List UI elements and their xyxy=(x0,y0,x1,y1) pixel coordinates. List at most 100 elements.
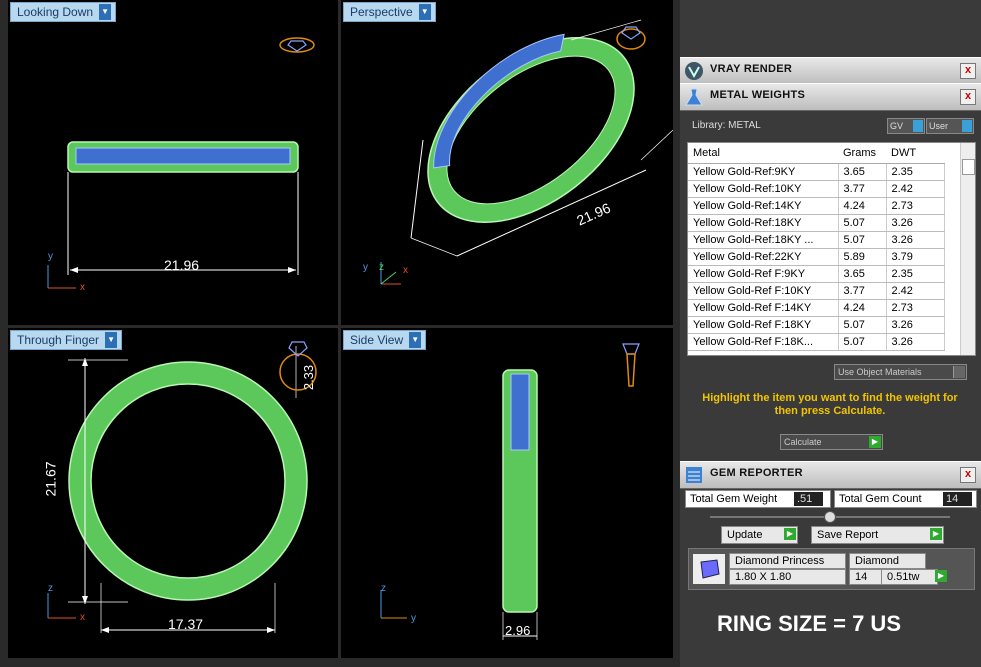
cell-grams: 5.07 xyxy=(838,214,887,232)
table-row[interactable]: Yellow Gold-Ref F:18K... 5.07 3.26 xyxy=(688,333,945,351)
cell-metal: Yellow Gold-Ref F:9KY xyxy=(688,265,839,283)
user-label: User xyxy=(929,121,949,131)
viewport-perspective[interactable]: Perspective ▼ 21.96 y x z xyxy=(341,0,673,325)
table-header-row: Metal Grams DWT xyxy=(688,143,944,164)
axis-x-label: x xyxy=(403,265,408,276)
update-button[interactable]: Update ▶ xyxy=(721,526,798,544)
viewport-side-view[interactable]: Side View ▼ 2.96 z y xyxy=(341,328,673,658)
table-row[interactable]: Yellow Gold-Ref F:10KY 3.77 2.42 xyxy=(688,282,945,300)
axis-z-label: z xyxy=(381,583,386,594)
cell-metal: Yellow Gold-Ref F:14KY xyxy=(688,299,839,317)
gem-name: Diamond Princess xyxy=(729,553,846,569)
cell-grams: 4.24 xyxy=(838,299,887,317)
table-row[interactable]: Yellow Gold-Ref:18KY 5.07 3.26 xyxy=(688,214,945,232)
chevron-down-icon[interactable]: ▼ xyxy=(418,4,431,20)
cell-grams: 5.07 xyxy=(838,316,887,334)
table-row[interactable]: Yellow Gold-Ref:14KY 4.24 2.73 xyxy=(688,197,945,215)
gem-material: Diamond xyxy=(849,553,926,569)
table-row[interactable]: Yellow Gold-Ref:22KY 5.89 3.79 xyxy=(688,248,945,266)
chevron-down-icon[interactable]: ▼ xyxy=(409,332,422,348)
table-row[interactable]: Yellow Gold-Ref:10KY 3.77 2.42 xyxy=(688,180,945,198)
table-scrollbar[interactable] xyxy=(960,143,975,355)
play-icon: ▶ xyxy=(930,528,942,540)
cell-grams: 5.89 xyxy=(838,248,887,266)
axis-z-label: z xyxy=(48,583,53,594)
gv-toggle[interactable]: GV xyxy=(887,118,925,134)
calculate-hint: Highlight the item you want to find the … xyxy=(702,392,958,417)
axis-x-label: x xyxy=(80,612,85,623)
viewport-label-looking-down[interactable]: Looking Down ▼ xyxy=(10,2,117,22)
inlay-top xyxy=(75,147,291,165)
cell-grams: 5.07 xyxy=(838,333,887,351)
viewport-through-finger[interactable]: Through Finger ▼ 21.67 17.37 2.33 z x xyxy=(8,328,338,658)
viewport-looking-down[interactable]: Looking Down ▼ 21.96 y x xyxy=(8,0,338,325)
toggle-knob xyxy=(953,366,965,378)
close-icon[interactable]: x xyxy=(960,467,976,483)
play-icon: ▶ xyxy=(869,436,881,448)
cell-dwt: 3.26 xyxy=(886,231,945,249)
dimension-width: 17.37 xyxy=(168,616,204,632)
axis-x-label: x xyxy=(80,282,85,293)
cell-metal: Yellow Gold-Ref:18KY ... xyxy=(688,231,839,249)
toggle-knob xyxy=(913,120,923,132)
dimension-thickness: 2.96 xyxy=(505,623,531,638)
user-toggle[interactable]: User xyxy=(926,118,974,134)
vray-render-header[interactable]: VRAY RENDER x xyxy=(680,57,981,85)
metal-weights-header[interactable]: METAL WEIGHTS x xyxy=(680,83,981,111)
cell-metal: Yellow Gold-Ref:18KY xyxy=(688,214,839,232)
cell-dwt: 3.26 xyxy=(886,333,945,351)
play-icon: ▶ xyxy=(784,528,796,540)
play-icon[interactable]: ▶ xyxy=(935,570,947,582)
total-gem-count-label: Total Gem Count xyxy=(839,493,922,505)
viewport-label-perspective[interactable]: Perspective ▼ xyxy=(343,2,436,22)
cell-metal: Yellow Gold-Ref:22KY xyxy=(688,248,839,266)
total-gem-weight-value: .51 xyxy=(794,492,823,506)
cell-metal: Yellow Gold-Ref F:18KY xyxy=(688,316,839,334)
update-label: Update xyxy=(727,529,763,541)
total-gem-count-value: 14 xyxy=(943,492,972,506)
perspective-drawing xyxy=(380,19,673,285)
use-object-materials-toggle[interactable]: Use Object Materials xyxy=(834,364,967,380)
close-icon[interactable]: x xyxy=(960,63,976,79)
column-header-metal[interactable]: Metal xyxy=(688,143,838,164)
axis-y-label: y xyxy=(363,262,368,273)
table-row[interactable]: Yellow Gold-Ref F:18KY 5.07 3.26 xyxy=(688,316,945,334)
cell-dwt: 2.42 xyxy=(886,180,945,198)
cell-metal: Yellow Gold-Ref F:18K... xyxy=(688,333,839,351)
save-report-label: Save Report xyxy=(817,529,879,541)
column-header-grams[interactable]: Grams xyxy=(838,143,886,164)
calculate-button[interactable]: Calculate ▶ xyxy=(780,434,883,450)
metal-weights-table[interactable]: Metal Grams DWT Yellow Gold-Ref:9KY 3.65 2… xyxy=(687,142,976,356)
scrollbar-thumb[interactable] xyxy=(962,159,975,175)
cell-dwt: 2.73 xyxy=(886,197,945,215)
ring-size-label: RING SIZE = 7 US xyxy=(717,611,901,636)
cell-dwt: 2.35 xyxy=(886,265,945,283)
close-icon[interactable]: x xyxy=(960,89,976,105)
dimension-width: 21.96 xyxy=(164,257,200,273)
gem-reporter-title: GEM REPORTER xyxy=(710,467,803,479)
chevron-down-icon[interactable]: ▼ xyxy=(105,332,118,348)
chevron-down-icon[interactable]: ▼ xyxy=(99,4,112,20)
gem-size: 1.80 X 1.80 xyxy=(729,569,846,585)
vray-render-title: VRAY RENDER xyxy=(710,63,793,75)
slider-handle[interactable] xyxy=(824,511,836,523)
column-header-dwt[interactable]: DWT xyxy=(886,143,944,164)
save-report-button[interactable]: Save Report ▶ xyxy=(811,526,944,544)
table-row[interactable]: Yellow Gold-Ref F:14KY 4.24 2.73 xyxy=(688,299,945,317)
viewport-label-through-finger[interactable]: Through Finger ▼ xyxy=(10,330,123,350)
viewport-label-side-view[interactable]: Side View ▼ xyxy=(343,330,427,350)
total-gem-weight-field: Total Gem Weight .51 xyxy=(685,490,831,508)
gem-report-item[interactable]: Diamond Princess Diamond 1.80 X 1.80 14 … xyxy=(688,548,975,590)
cell-dwt: 2.42 xyxy=(886,282,945,300)
gem-count: 14 xyxy=(849,569,884,585)
table-row[interactable]: Yellow Gold-Ref F:9KY 3.65 2.35 xyxy=(688,265,945,283)
gem-reporter-header[interactable]: GEM REPORTER x xyxy=(680,461,981,489)
table-row[interactable]: Yellow Gold-Ref:18KY ... 5.07 3.26 xyxy=(688,231,945,249)
table-row[interactable]: Yellow Gold-Ref:9KY 3.65 2.35 xyxy=(688,163,945,181)
cell-dwt: 3.26 xyxy=(886,214,945,232)
dimension-gem-height: 2.33 xyxy=(301,364,317,391)
gem-weight: 0.51tw xyxy=(881,569,938,585)
gem-icon xyxy=(616,26,646,50)
axis-z-label: z xyxy=(379,262,384,273)
vray-icon xyxy=(685,62,703,80)
